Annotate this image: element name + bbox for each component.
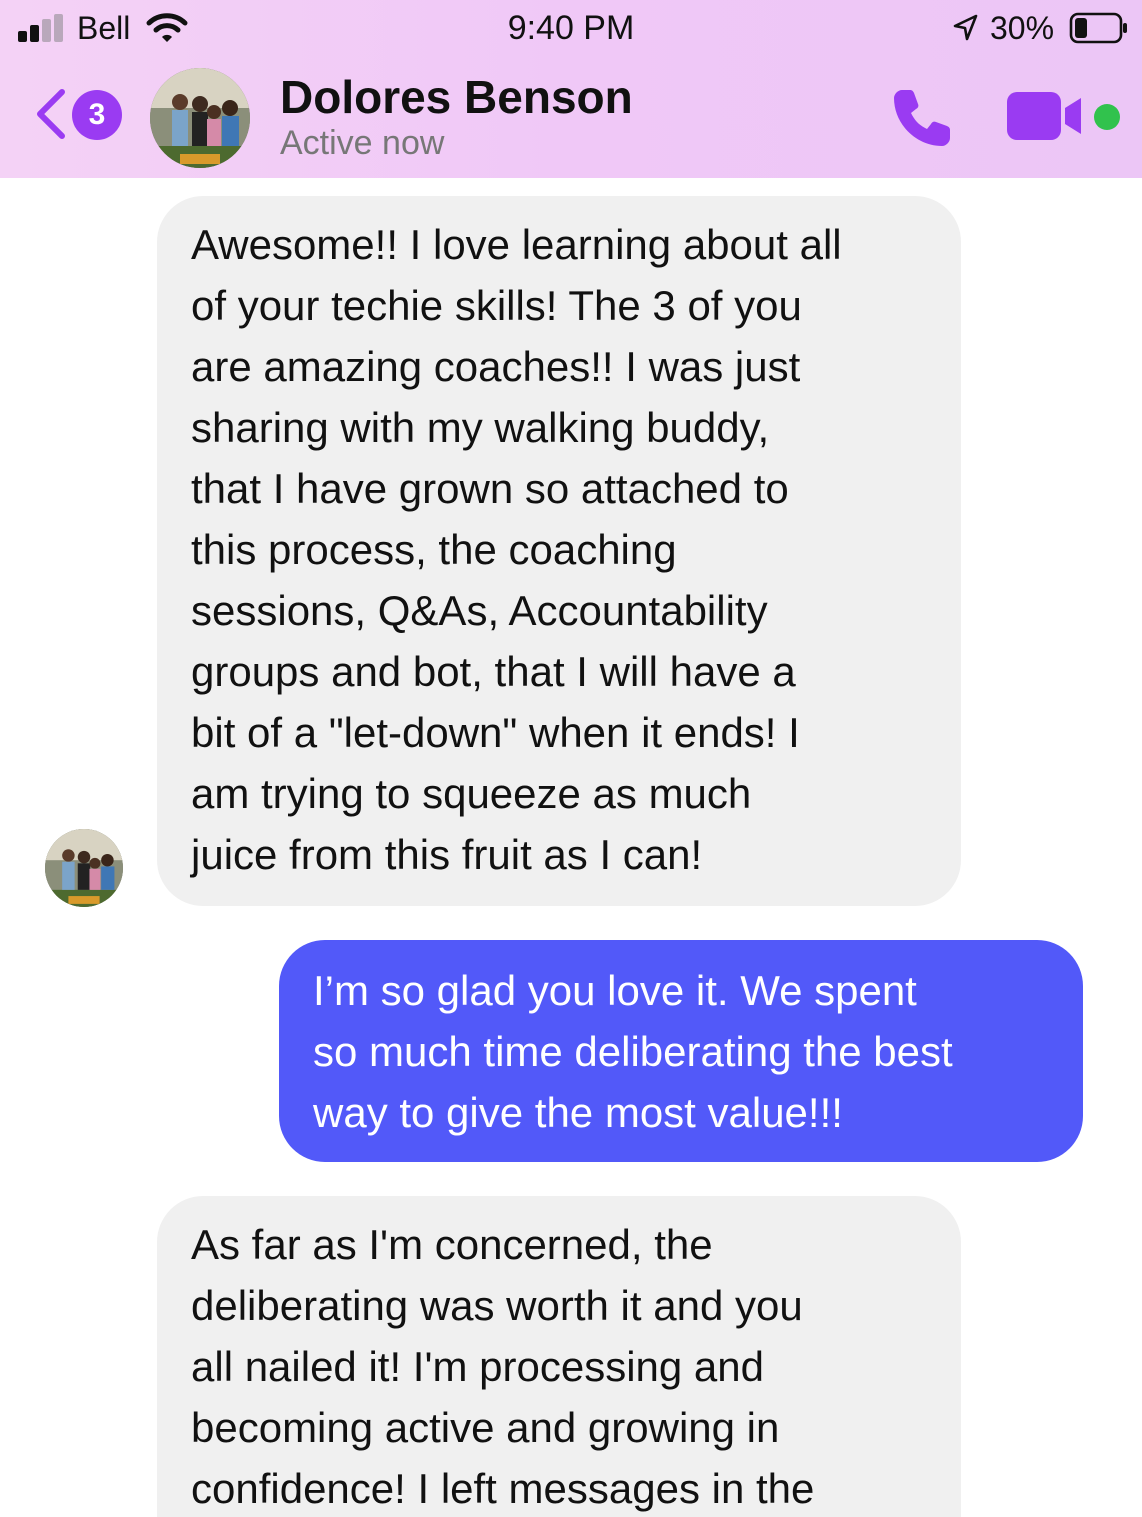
contact-avatar[interactable] <box>150 68 250 168</box>
active-status-dot <box>1094 104 1120 130</box>
battery-icon <box>1069 12 1127 44</box>
conversation-header: Bell 9:40 PM 30% 3 Dolores Benson Active… <box>0 0 1142 178</box>
battery-percentage: 30% <box>990 10 1055 46</box>
video-call-button[interactable] <box>1005 90 1089 142</box>
location-arrow-icon <box>953 14 978 41</box>
sender-avatar[interactable] <box>45 829 123 907</box>
unread-count-badge: 3 <box>72 90 122 140</box>
status-bar: Bell 9:40 PM 30% <box>0 0 1142 58</box>
messenger-conversation: Bell 9:40 PM 30% 3 Dolores Benson Active… <box>0 0 1142 1517</box>
phone-icon <box>894 90 950 146</box>
active-status: Active now <box>280 124 445 162</box>
back-button[interactable]: 3 <box>32 84 128 144</box>
avatar-photo <box>150 68 250 168</box>
back-chevron-icon <box>37 89 65 139</box>
video-camera-icon <box>1007 92 1081 140</box>
incoming-message-bubble[interactable]: As far as I'm concerned, the deliberatin… <box>157 1196 961 1517</box>
voice-call-button[interactable] <box>888 84 956 152</box>
outgoing-message-bubble[interactable]: I’m so glad you love it. We spent so muc… <box>279 940 1083 1162</box>
contact-name[interactable]: Dolores Benson <box>280 70 633 124</box>
avatar-photo <box>45 829 123 907</box>
incoming-message-bubble[interactable]: Awesome!! I love learning about all of y… <box>157 196 961 906</box>
